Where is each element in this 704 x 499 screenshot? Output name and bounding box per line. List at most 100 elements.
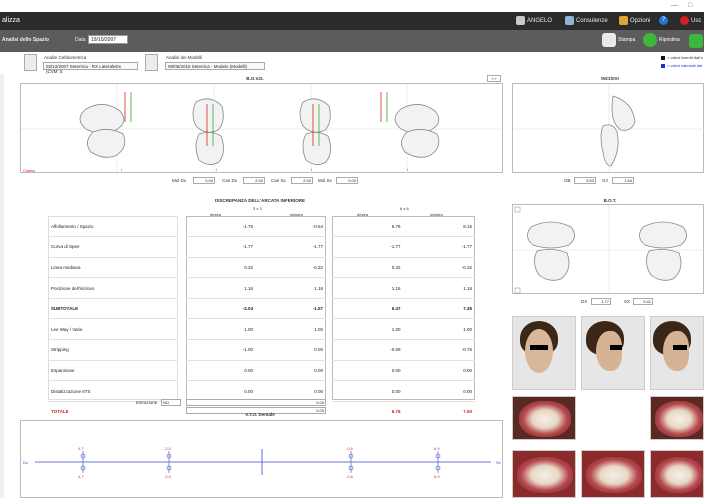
- ceph-select[interactable]: 02/12/2007 Seterrica - RX LateraleDx (CV…: [43, 62, 138, 74]
- photo-intraoral-front[interactable]: [581, 450, 645, 498]
- ceph-thumbnail[interactable]: [24, 54, 37, 71]
- vto-title: V.T.O. Dentale: [245, 412, 275, 417]
- row-label: Affollamento / Spazio: [48, 216, 178, 238]
- row-label: SUBTOTALE: [48, 298, 178, 320]
- dx-input[interactable]: 1.77: [591, 298, 611, 305]
- photo-intraoral-right[interactable]: [512, 450, 576, 498]
- cell-value: 7.50: [403, 401, 475, 423]
- reset-label: Ripristina: [659, 37, 680, 43]
- vto-right-label: Sx: [496, 460, 501, 465]
- eye-mask: [610, 345, 622, 350]
- left-scrollbar[interactable]: [0, 74, 4, 498]
- table-6x6: 6.76 8.15 -1.77 -1.77 0.32 -0.32 1.16 1.16 6.47 7…: [332, 216, 475, 423]
- ob-input[interactable]: 3.53: [574, 177, 596, 184]
- incisivi-title: INCISIVI: [601, 76, 619, 81]
- ob-label: OB: [564, 178, 571, 183]
- teeth-shape: [517, 457, 573, 493]
- can-dx-input[interactable]: 2.00: [243, 177, 265, 184]
- svg-text:I: I: [407, 167, 408, 172]
- cell-value: 6.47: [332, 298, 404, 320]
- table-row: -1.77 -1.77: [332, 236, 475, 258]
- photo-occlusal-lower[interactable]: [650, 396, 704, 440]
- cell-value: -0.32: [403, 257, 475, 279]
- user-menu[interactable]: ANGELO: [516, 16, 552, 25]
- sx-input[interactable]: 0.41: [633, 298, 653, 305]
- cell-value: 7.26: [403, 298, 475, 320]
- cell-value: 0.00: [403, 380, 475, 402]
- model-label: Analisi dei Modelli: [166, 55, 203, 60]
- photo-intraoral-left[interactable]: [650, 450, 704, 498]
- minimize-button[interactable]: —: [671, 2, 678, 9]
- table-row: SUBTOTALE: [48, 298, 178, 320]
- cell-value: -0.69: [332, 339, 404, 361]
- cell-value: -1.77: [186, 236, 256, 258]
- can-sx-input[interactable]: 2.00: [291, 177, 313, 184]
- oj-label: OJ: [602, 178, 608, 183]
- estrazione-select[interactable]: NO: [161, 399, 181, 406]
- photo-front[interactable]: [512, 316, 576, 390]
- title-bar: alizza ANGELO Consulenze Opzioni ? Usc: [0, 12, 704, 30]
- oj-input[interactable]: 1.54: [612, 177, 634, 184]
- eye-mask: [530, 345, 548, 350]
- cell-value: 1.16: [256, 277, 326, 299]
- face-shape: [525, 329, 553, 373]
- consult-label: Consulenze: [576, 17, 608, 24]
- table-row: Espansione: [48, 360, 178, 382]
- table-row: 0.00 0.00: [332, 360, 475, 382]
- help-button[interactable]: ?: [659, 16, 668, 25]
- can-dx-label: Can Dx: [222, 178, 238, 183]
- incisivi-panel: [512, 83, 704, 174]
- row-label: Stripping: [48, 339, 178, 361]
- eye-mask: [673, 345, 687, 350]
- table-row: Linea mediana: [48, 257, 178, 279]
- vto-mark-3-bottom: -0,6: [346, 474, 353, 479]
- cell-value: 0.00: [186, 360, 256, 382]
- cell-value: 1.00: [256, 318, 326, 341]
- cell-value: 1.16: [332, 277, 404, 299]
- date-field[interactable]: 19/10/2007: [88, 35, 128, 44]
- cell-value: 0.32: [332, 257, 404, 279]
- estrazione-label: Estrazione: [136, 400, 158, 405]
- table-row: 6.47 7.26: [332, 298, 475, 320]
- table-row: 6.78 7.50: [332, 401, 475, 423]
- exit-button[interactable]: Usc: [680, 16, 701, 25]
- row-label: Linea mediana: [48, 257, 178, 279]
- legend-computed-swatch: [661, 64, 665, 68]
- vto-mark-3-top: -0,6: [346, 446, 353, 451]
- can-sx-label: Can Sx: [271, 178, 286, 183]
- consult-menu[interactable]: Consulenze: [565, 16, 608, 25]
- bot-title: B.O.T.: [603, 198, 617, 203]
- people-icon: [565, 16, 574, 25]
- mol-dx-input[interactable]: 0.00: [193, 177, 215, 184]
- table-row: TOTALE: [48, 401, 178, 423]
- ceph-label: Analisi Cefalometrica: [44, 55, 87, 60]
- photo-profile[interactable]: [581, 316, 645, 390]
- legend-computed: = valori calcolati dal: [667, 63, 703, 68]
- face-shape: [663, 331, 689, 371]
- table-row: 0.00 0.00: [332, 380, 475, 402]
- window-chrome: — □: [0, 0, 704, 12]
- cell-value: 1.00: [186, 318, 256, 341]
- reset-button[interactable]: Ripristina: [643, 33, 680, 47]
- photo-occlusal-upper[interactable]: [512, 396, 576, 440]
- table-row: 0.32 -0.32: [332, 257, 475, 279]
- photo-three-quarter[interactable]: [650, 316, 704, 390]
- bovd-drawing: IIII: [21, 84, 504, 174]
- vto-panel: Dx Sx 4,7 4,7 -2,0 -2,0 -0,6 -0,6 6,9 6,…: [20, 420, 503, 498]
- options-menu[interactable]: Opzioni: [619, 16, 650, 25]
- model-thumbnail[interactable]: [145, 54, 158, 71]
- table-row: -0.69 -0.76: [332, 339, 475, 361]
- next-icon[interactable]: [689, 34, 703, 48]
- bovd-toggle-button[interactable]: +-+: [487, 75, 501, 82]
- mol-sx-input[interactable]: 0.00: [336, 177, 358, 184]
- model-select[interactable]: 09/05/2016 Seterrica - Modelo (Modelli): [165, 62, 265, 70]
- table-row: Posizione dell'incisivo: [48, 277, 178, 299]
- power-icon: [680, 16, 689, 25]
- bovd-panel: I I I I Classe: [20, 83, 504, 174]
- gear-icon: [619, 16, 628, 25]
- cell-value: 1.16: [186, 277, 256, 299]
- print-button[interactable]: Stampa: [602, 33, 635, 47]
- cell-value: 0.00: [332, 360, 404, 382]
- maximize-button[interactable]: □: [688, 2, 692, 9]
- bot-panel: [512, 204, 704, 295]
